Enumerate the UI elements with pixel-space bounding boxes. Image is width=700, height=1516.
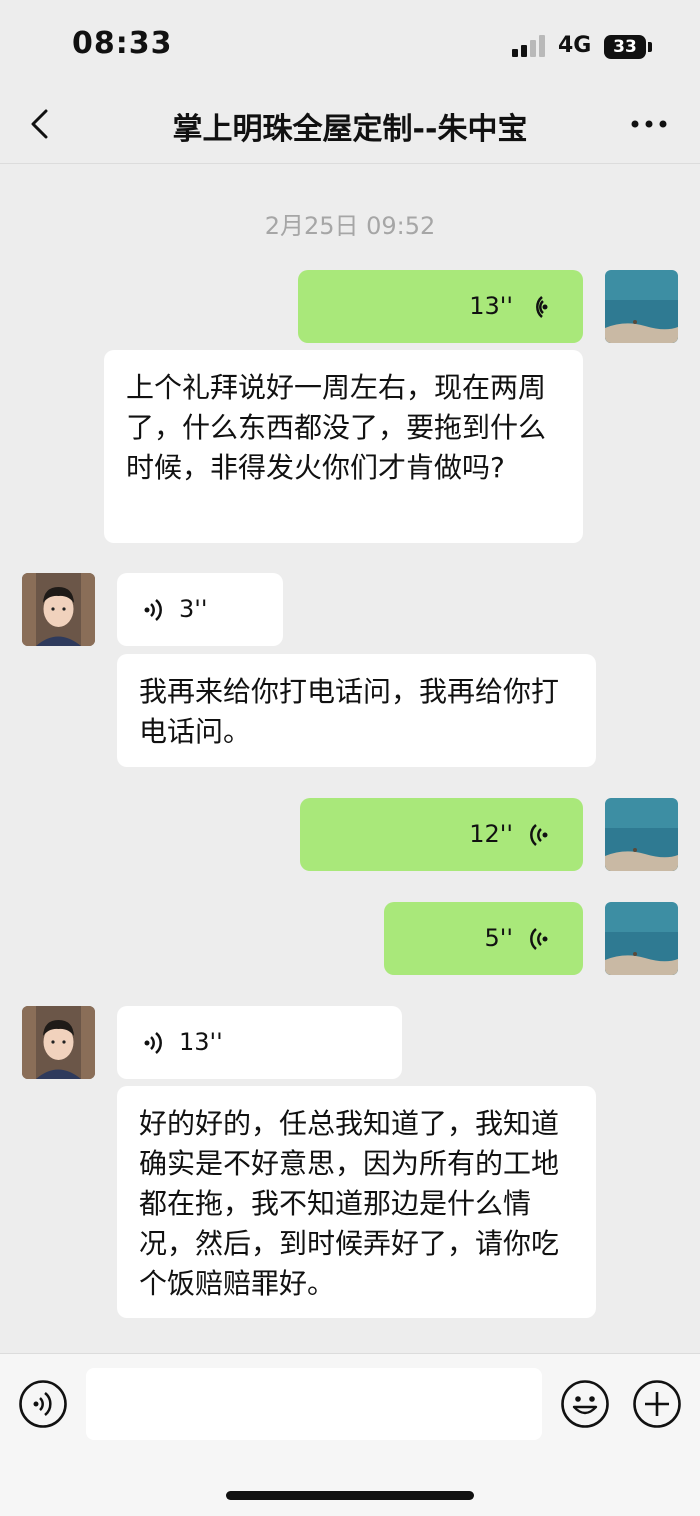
home-indicator[interactable] [226, 1491, 474, 1500]
status-time: 08:33 [72, 26, 173, 61]
voice-message[interactable]: 3'' [117, 573, 283, 646]
signal-icon [512, 35, 548, 57]
back-arrow-icon[interactable] [22, 104, 62, 144]
voice-duration: 13'' [469, 292, 513, 320]
voice-wave-icon [525, 294, 551, 320]
status-bar: 08:33 4G 33 [0, 0, 700, 90]
voice-mode-icon[interactable] [18, 1379, 68, 1429]
voice-duration: 5'' [484, 924, 513, 952]
voice-transcript: 我再来给你打电话问，我再给你打电话问。 [117, 654, 596, 767]
input-bar [0, 1353, 700, 1516]
contact-avatar[interactable] [22, 573, 95, 646]
self-avatar[interactable] [605, 270, 678, 343]
network-type: 4G [558, 33, 592, 58]
message-input[interactable] [86, 1368, 542, 1440]
battery-tip [648, 42, 652, 52]
voice-message[interactable]: 13'' [117, 1006, 402, 1079]
message-timestamp: 2月25日 09:52 [264, 212, 436, 240]
voice-duration: 3'' [179, 595, 208, 623]
contact-avatar[interactable] [22, 1006, 95, 1079]
voice-wave-icon [525, 822, 551, 848]
voice-wave-icon [141, 597, 167, 623]
self-avatar[interactable] [605, 798, 678, 871]
voice-wave-icon [525, 926, 551, 952]
voice-transcript: 上个礼拜说好一周左右，现在两周了，什么东西都没了，要拖到什么时候，非得发火你们才… [104, 350, 583, 543]
plus-icon[interactable] [632, 1379, 682, 1429]
emoji-icon[interactable] [560, 1379, 610, 1429]
voice-transcript: 好的好的，任总我知道了，我知道确实是不好意思，因为所有的工地都在拖，我不知道那边… [117, 1086, 596, 1318]
voice-message[interactable]: 13'' [298, 270, 583, 343]
chat-title: 掌上明珠全屋定制--朱中宝 [172, 112, 528, 147]
chat-header: 掌上明珠全屋定制--朱中宝 [0, 90, 700, 164]
voice-message[interactable]: 5'' [384, 902, 583, 975]
voice-message[interactable]: 12'' [300, 798, 583, 871]
more-dots-icon[interactable] [626, 104, 672, 144]
self-avatar[interactable] [605, 902, 678, 975]
message-list[interactable]: 2月25日 09:52 13'' 上个礼拜说好一周左右，现在两周了，什么东西都没… [0, 164, 700, 1352]
voice-duration: 12'' [469, 820, 513, 848]
voice-wave-icon [141, 1030, 167, 1056]
voice-duration: 13'' [179, 1028, 223, 1056]
battery-icon: 33 [604, 35, 646, 59]
